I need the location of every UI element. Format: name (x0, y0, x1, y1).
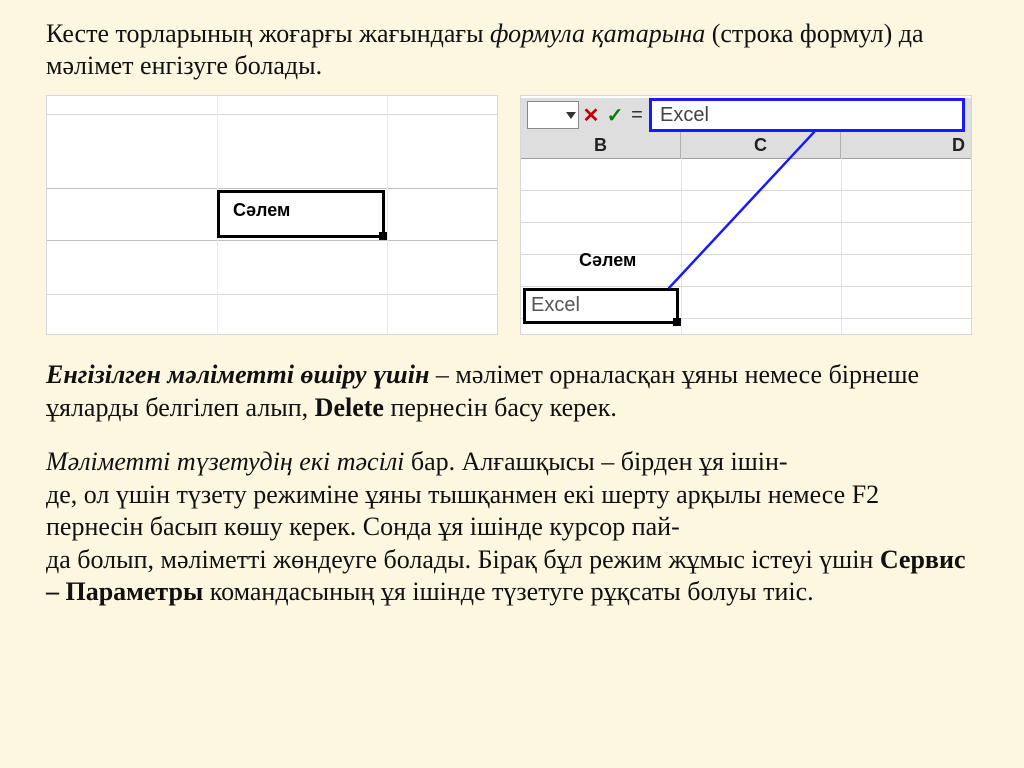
fill-handle-icon[interactable] (673, 318, 681, 326)
column-header-d[interactable]: D (841, 132, 971, 158)
figure-cell-input: Сәлем (46, 95, 498, 335)
grid-right: Excel Сәлем (521, 158, 971, 334)
grid-left: Сәлем (47, 96, 497, 334)
formula-bar-input[interactable]: Excel (649, 98, 965, 132)
equals-icon: = (627, 104, 647, 127)
p3-c: де, ол үшін түзету режиміне ұяны тышқанм… (46, 480, 879, 542)
p2-tail: пернесін басу керек. (384, 393, 617, 422)
formula-bar-value: Excel (660, 104, 709, 127)
column-header-b[interactable]: B (521, 132, 681, 158)
p2-lead: Енгізілген мәліметті өшіру үшін (46, 360, 429, 389)
cell-value-label: Сәлем (233, 200, 290, 221)
enter-icon[interactable]: ✓ (603, 101, 627, 129)
paragraph-delete: Енгізілген мәліметті өшіру үшін – мәліме… (46, 359, 978, 424)
figure-formula-bar: ✕ ✓ = Excel B C D (520, 95, 972, 335)
p2-delete-key: Delete (315, 393, 384, 422)
p3-lead: Мәліметті түзетудің екі тәсілі (46, 447, 404, 476)
formula-bar: ✕ ✓ = Excel (521, 98, 971, 133)
cancel-icon[interactable]: ✕ (579, 101, 603, 129)
intro-paragraph: Кесте торларының жоғарғы жағындағы форму… (46, 18, 978, 81)
figures-row: Сәлем ✕ ✓ = Excel B C D (46, 95, 978, 335)
column-headers: B C D (521, 132, 971, 159)
fill-handle-icon[interactable] (379, 232, 387, 240)
column-header-c[interactable]: C (681, 132, 841, 158)
paragraph-edit-modes: Мәліметті түзетудің екі тәсілі бар. Алға… (46, 446, 978, 609)
intro-text-italic: формула қатарына (490, 19, 705, 48)
intro-text-1: Кесте торларының жоғарғы жағындағы (46, 19, 490, 48)
p3-f: командасының ұя ішінде түзетуге рұқсаты … (203, 577, 813, 606)
cell-value-right: Excel (531, 294, 580, 317)
p3-b: бар. Алғашқысы – бірден ұя ішін- (404, 447, 787, 476)
name-box-dropdown[interactable] (527, 101, 579, 129)
overlay-label: Сәлем (579, 250, 636, 271)
p3-d: да болып, мәліметті жөндеуге болады. Бір… (46, 545, 880, 574)
chevron-down-icon (566, 112, 576, 119)
